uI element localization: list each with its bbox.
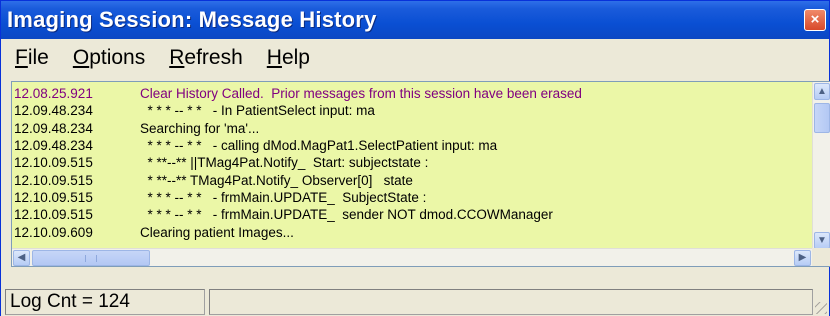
- scrollbar-corner: [812, 248, 830, 266]
- log-row[interactable]: 12.09.48.234 * * * -- * * - calling dMod…: [12, 137, 812, 154]
- log-row[interactable]: 12.10.09.515 * * * -- * * - frmMain.UPDA…: [12, 189, 812, 206]
- log-message: Clear History Called. Prior messages fro…: [140, 86, 582, 102]
- vertical-scroll-thumb[interactable]: [814, 103, 830, 133]
- log-message: * * * -- * * - In PatientSelect input: m…: [140, 103, 375, 119]
- log-message: * * * -- * * - frmMain.UPDATE_ SubjectSt…: [140, 189, 427, 205]
- log-row[interactable]: 12.09.48.234 * * * -- * * - In PatientSe…: [12, 102, 812, 119]
- log-timestamp: 12.09.48.234: [14, 103, 93, 119]
- resize-grip-icon[interactable]: [815, 302, 827, 314]
- message-history-window: Imaging Session: Message History × File …: [0, 0, 830, 316]
- log-timestamp: 12.09.48.234: [14, 120, 93, 136]
- scroll-right-button[interactable]: ▶: [794, 250, 811, 266]
- log-message: * **--** ||TMag4Pat.Notify_ Start: subje…: [140, 155, 429, 171]
- log-timestamp: 12.10.09.609: [14, 224, 93, 240]
- log-count-status: Log Cnt = 124: [5, 288, 205, 315]
- log-timestamp: 12.08.25.921: [14, 86, 93, 102]
- status-pane-empty: [209, 288, 813, 315]
- scroll-down-button[interactable]: ▼: [814, 232, 830, 249]
- horizontal-scroll-thumb[interactable]: [32, 250, 150, 266]
- status-bar: Log Cnt = 124: [1, 287, 829, 316]
- log-row[interactable]: 12.08.25.921 Clear History Called. Prior …: [12, 85, 812, 102]
- log-timestamp: 12.10.09.515: [14, 155, 93, 171]
- log-message: * * * -- * * - calling dMod.MagPat1.Sele…: [140, 138, 498, 154]
- menu-help[interactable]: Help: [267, 46, 310, 70]
- title-bar[interactable]: Imaging Session: Message History ×: [1, 1, 829, 39]
- log-timestamp: 12.10.09.515: [14, 207, 93, 223]
- horizontal-scrollbar[interactable]: ◀ ▶: [12, 248, 812, 266]
- message-log[interactable]: 12.08.25.921 Clear History Called. Prior …: [11, 81, 830, 267]
- menu-file[interactable]: File: [15, 46, 49, 70]
- message-log-list[interactable]: 12.08.25.921 Clear History Called. Prior …: [12, 82, 812, 250]
- log-timestamp: 12.10.09.515: [14, 189, 93, 205]
- close-button[interactable]: ×: [804, 9, 826, 31]
- log-timestamp: 12.09.48.234: [14, 138, 93, 154]
- window-title: Imaging Session: Message History: [7, 7, 377, 32]
- log-message: * **--** TMag4Pat.Notify_ Observer[0] st…: [140, 172, 413, 188]
- log-row[interactable]: 12.10.09.515 * **--** ||TMag4Pat.Notify_…: [12, 154, 812, 171]
- menu-options[interactable]: Options: [73, 46, 145, 70]
- menu-bar: File Options Refresh Help: [1, 39, 829, 77]
- scroll-left-button[interactable]: ◀: [13, 250, 30, 266]
- vertical-scrollbar[interactable]: ▲ ▼: [812, 82, 830, 250]
- thumb-grip-icon: [85, 255, 97, 262]
- scroll-up-button[interactable]: ▲: [814, 83, 830, 100]
- log-message: * * * -- * * - frmMain.UPDATE_ sender NO…: [140, 207, 553, 223]
- log-row[interactable]: 12.09.48.234 Searching for 'ma'...: [12, 120, 812, 137]
- log-message: Clearing patient Images...: [140, 224, 294, 240]
- log-message: Searching for 'ma'...: [140, 120, 260, 136]
- menu-refresh[interactable]: Refresh: [169, 46, 243, 70]
- log-row[interactable]: 12.10.09.515 * **--** TMag4Pat.Notify_ O…: [12, 171, 812, 188]
- log-row[interactable]: 12.10.09.609 Clearing patient Images...: [12, 223, 812, 240]
- log-row[interactable]: 12.10.09.515 * * * -- * * - frmMain.UPDA…: [12, 206, 812, 223]
- log-timestamp: 12.10.09.515: [14, 172, 93, 188]
